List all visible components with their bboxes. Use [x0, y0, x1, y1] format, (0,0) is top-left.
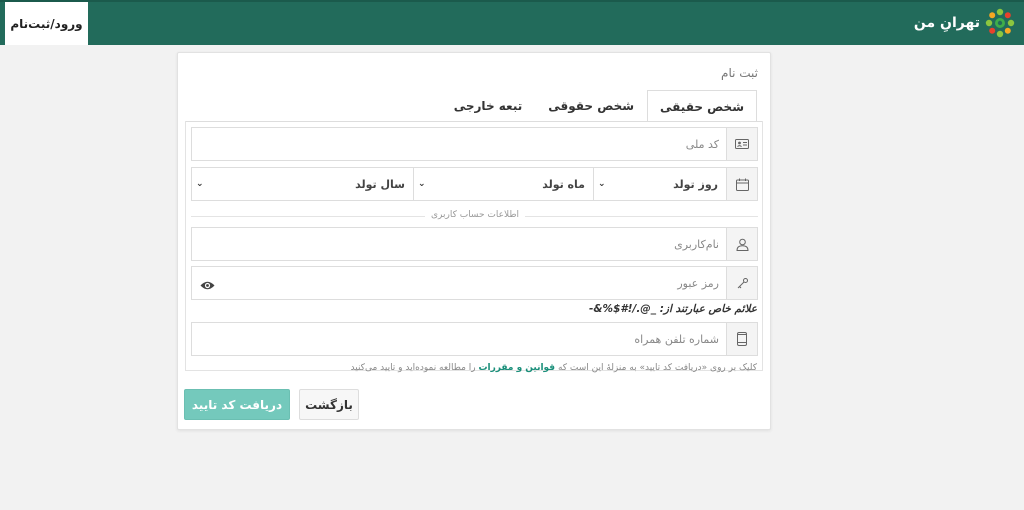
password-input[interactable] [192, 267, 726, 299]
username-addon [726, 228, 757, 260]
brand-logo[interactable]: تهرانِ من [914, 6, 1016, 40]
tab-foreign-national[interactable]: تبعه خارجی [441, 89, 535, 121]
username-group [191, 227, 758, 261]
tab-bar: شخص حقیقی شخص حقوقی تبعه خارجی [441, 89, 757, 122]
eye-icon[interactable] [200, 276, 215, 295]
registration-card: ثبت نام شخص حقیقی شخص حقوقی تبعه خارجی ر… [177, 52, 771, 430]
username-input[interactable] [192, 228, 726, 260]
password-addon [726, 267, 757, 299]
id-card-icon [735, 139, 749, 149]
brand-name: تهرانِ من [913, 15, 980, 31]
birth-day-select[interactable]: روز تولد ⌄ [593, 168, 726, 200]
birth-year-select[interactable]: سال تولد ⌄ [192, 168, 413, 200]
key-icon [737, 277, 748, 288]
birth-date-selects: روز تولد ⌄ ماه تولد ⌄ سال تولد ⌄ [192, 168, 726, 200]
phone-group [191, 322, 758, 356]
user-icon [735, 238, 749, 251]
birth-date-group: روز تولد ⌄ ماه تولد ⌄ سال تولد ⌄ [191, 167, 758, 201]
tab-legal-entity[interactable]: شخص حقوقی [535, 89, 647, 121]
card-title: ثبت نام [721, 66, 758, 80]
birth-day-label: روز تولد [673, 177, 718, 191]
phone-addon [726, 323, 757, 355]
password-group [191, 266, 758, 300]
national-code-group [191, 127, 758, 161]
national-code-input[interactable] [192, 128, 726, 160]
birth-month-label: ماه تولد [542, 177, 585, 191]
account-info-heading: اطلاعات حساب کاربری [178, 210, 772, 220]
calendar-icon [735, 178, 749, 191]
mobile-icon [737, 332, 747, 346]
terms-text-after: را مطالعه نموده‌اید و تایید می‌کنید [350, 363, 479, 373]
birth-month-select[interactable]: ماه تولد ⌄ [413, 168, 593, 200]
chevron-down-icon: ⌄ [418, 179, 426, 189]
back-button[interactable]: بازگشت [299, 389, 359, 420]
special-characters-note: علائم خاص عبارتند از: _@./!#$%&- [589, 303, 757, 315]
national-code-addon [726, 128, 757, 160]
terms-notice: کلیک بر روی «دریافت کد تایید» به منزلهٔ … [351, 363, 758, 373]
phone-input[interactable] [192, 323, 726, 355]
chevron-down-icon: ⌄ [598, 179, 606, 189]
flower-logo-icon [985, 8, 1015, 38]
birth-date-addon [726, 168, 757, 200]
get-verification-code-button[interactable]: دریافت کد تایید [184, 389, 290, 420]
tab-natural-person[interactable]: شخص حقیقی [647, 90, 757, 122]
account-info-label: اطلاعات حساب کاربری [424, 210, 526, 220]
terms-text-before: کلیک بر روی «دریافت کد تایید» به منزلهٔ … [555, 363, 757, 373]
top-strip [0, 0, 1024, 2]
top-bar: ورود/ثبت‌نام تهرانِ من [0, 0, 1024, 45]
chevron-down-icon: ⌄ [196, 179, 204, 189]
terms-link[interactable]: قوانین و مقررات [478, 363, 555, 373]
login-register-button[interactable]: ورود/ثبت‌نام [5, 2, 88, 45]
birth-year-label: سال تولد [355, 177, 405, 191]
